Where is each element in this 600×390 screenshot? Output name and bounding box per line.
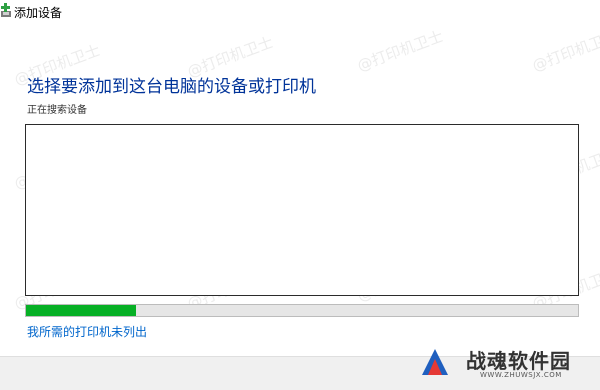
brand-name: 战魂软件园	[466, 349, 571, 373]
brand-logo-icon	[418, 345, 452, 379]
search-progress-bar	[25, 304, 579, 317]
add-device-icon	[0, 2, 14, 18]
search-status: 正在搜索设备	[27, 105, 87, 116]
watermark: @打印机卫士	[354, 27, 446, 75]
page-heading: 选择要添加到这台电脑的设备或打印机	[27, 77, 316, 97]
brand-badge: 战魂软件园 WWW.ZHUWSJX.COM	[410, 339, 600, 389]
printer-not-listed-link[interactable]: 我所需的打印机未列出	[27, 323, 147, 340]
brand-url: WWW.ZHUWSJX.COM	[480, 371, 562, 379]
progress-fill	[26, 305, 137, 316]
watermark: @打印机卫士	[529, 27, 600, 75]
title-bar: 添加设备	[0, 0, 600, 24]
window-title: 添加设备	[14, 6, 63, 20]
device-list[interactable]	[25, 124, 579, 296]
